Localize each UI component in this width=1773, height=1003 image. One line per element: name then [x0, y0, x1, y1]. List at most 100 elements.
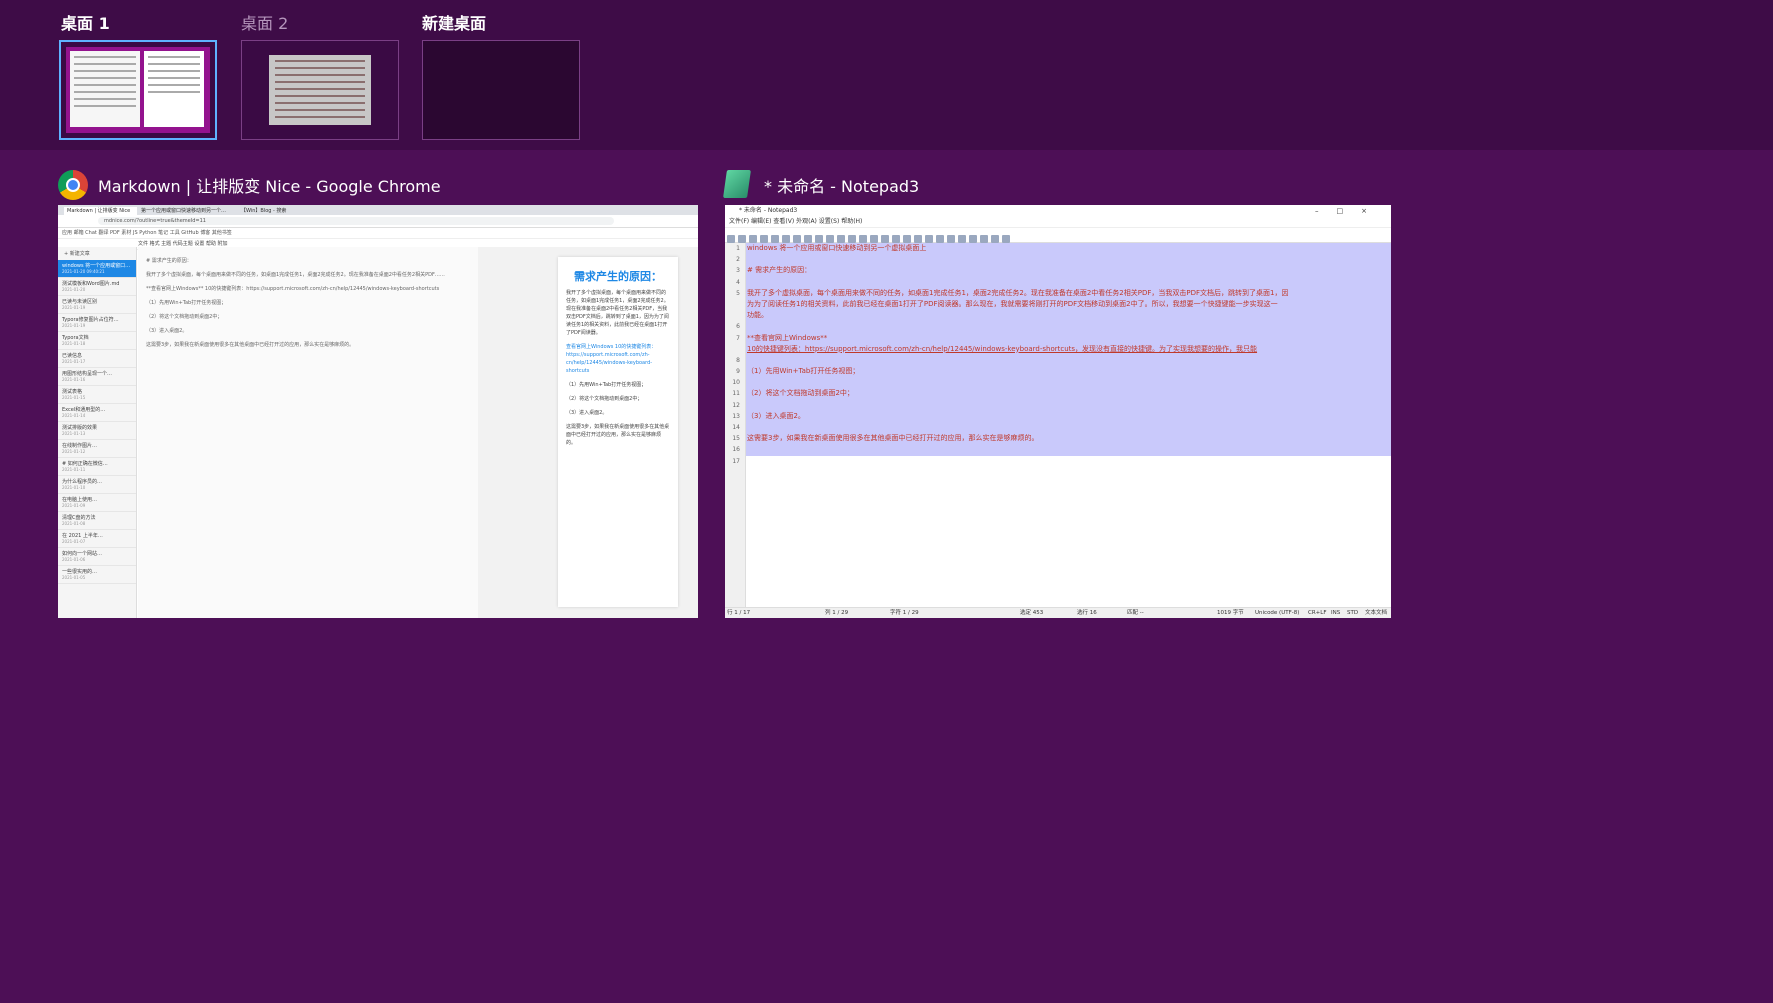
status-ins: INS: [1331, 610, 1341, 616]
article-date: 2021-01-11: [62, 467, 86, 472]
desktop-1-window-preview: [144, 51, 204, 127]
text-line[interactable]: [746, 444, 1391, 455]
sidebar-article-item: 在 2021 上半年… 2021-01-07: [58, 530, 136, 548]
status-selected-lines: 选行 16: [1077, 610, 1097, 616]
article-date: 2021-01-17: [62, 359, 86, 364]
text-line[interactable]: [746, 355, 1391, 366]
line-number-gutter: 1 2 3 4 5 6 7 8 9 10 11 12 13 14 15 16 17: [725, 243, 746, 608]
sidebar-article-item: Typora修复图片占位符… 2021-01-19: [58, 314, 136, 332]
line-number: 16: [732, 446, 740, 454]
sidebar-article-item: 已读与未读区别 2021-01-19: [58, 296, 136, 314]
sidebar-article-item: 已读信息 2021-01-17: [58, 350, 136, 368]
status-char: 字符 1 / 29: [890, 610, 919, 616]
status-type: 文本文档: [1365, 610, 1388, 616]
line-number: 5: [736, 289, 740, 297]
preview-card: 需求产生的原因： 我开了多个虚拟桌面，每个桌面用来做不同的任务，如桌面1完成任务…: [558, 257, 678, 607]
status-match: 匹配 --: [1127, 610, 1144, 616]
article-date: 2021-01-13: [62, 431, 86, 436]
chrome-tab: 【Win】Blog - 搜索: [241, 208, 287, 214]
sidebar-article-item: 测试模板和Word图片.md 2021-01-20: [58, 278, 136, 296]
new-desktop-label[interactable]: 新建桌面: [422, 10, 486, 34]
text-line[interactable]: 我开了多个虚拟桌面，每个桌面用来做不同的任务，如桌面1完成任务1，桌面2完成任务…: [746, 288, 1391, 299]
chrome-window-thumbnail[interactable]: Markdown | 让排版变 Nice 第一个应用或窗口快速移动到另一个… 【…: [58, 205, 698, 618]
article-date: 2021-01-15: [62, 395, 86, 400]
address-bar: mdnice.com/?outline=true&themeId=11: [98, 217, 614, 225]
article-date: 2021-01-07: [62, 539, 86, 544]
line-number: 12: [732, 401, 740, 409]
editor-step: （1）先用Win+Tab打开任务视图；: [146, 300, 227, 306]
status-encoding: Unicode (UTF-8): [1255, 610, 1300, 616]
line-number: [725, 310, 745, 321]
line-number: [725, 299, 745, 310]
new-article-button: + 新建文章: [64, 251, 90, 257]
text-line[interactable]: **查看官网上Windows**: [746, 333, 1391, 344]
sidebar-article-item: Typora文档 2021-01-18: [58, 332, 136, 350]
status-eol: CR+LF: [1308, 610, 1327, 616]
desktop-1-thumbnail[interactable]: [59, 40, 217, 140]
notepad3-icon: [723, 170, 751, 198]
article-date: 2021-01-06: [62, 557, 86, 562]
editor-ending: 这需要3步，如果我在新桌面使用很多在其他桌面中已经打开过的应用，那么实在是够麻烦…: [146, 342, 355, 348]
text-line[interactable]: [746, 400, 1391, 411]
text-line[interactable]: # 需求产生的原因：: [746, 265, 1391, 276]
notepad-title-bar: * 未命名 - Notepad3 –□×: [725, 205, 1391, 217]
desktop-1-preview: [66, 47, 210, 133]
notepad-toolbar: [725, 228, 1391, 243]
line-number: 13: [732, 412, 740, 420]
text-line[interactable]: [746, 377, 1391, 388]
chrome-tab-strip: Markdown | 让排版变 Nice 第一个应用或窗口快速移动到另一个… 【…: [58, 205, 698, 215]
notepad-window-title: * 未命名 - Notepad3: [764, 177, 920, 196]
text-line[interactable]: 为为了阅读任务1的相关资料，此前我已经在桌面1打开了PDF阅读器。那么现在，我就…: [746, 299, 1391, 310]
line-number: [725, 344, 745, 355]
chrome-window-title: Markdown | 让排版变 Nice - Google Chrome: [98, 177, 441, 196]
text-line[interactable]: windows 将一个应用或窗口快速移动到另一个虚拟桌面上: [746, 243, 1391, 254]
text-line[interactable]: 功能。: [746, 310, 1391, 321]
text-line[interactable]: （2）将这个文档拖动到桌面2中；: [746, 388, 1391, 399]
preview-step: （1）先用Win+Tab打开任务视图；: [566, 382, 647, 388]
editor-paragraph: 我开了多个虚拟桌面，每个桌面用来做不同的任务，如桌面1完成任务1，桌面2完成任务…: [146, 272, 445, 278]
sidebar-article-item: 用图形结构呈现一个… 2021-01-16: [58, 368, 136, 386]
text-line[interactable]: （1）先用Win+Tab打开任务视图；: [746, 366, 1391, 377]
line-number: 9: [736, 368, 740, 376]
chrome-icon: [58, 170, 88, 200]
new-desktop-button[interactable]: [422, 40, 580, 140]
line-number: 2: [736, 256, 740, 264]
notepad-menu-bar: 文件(F) 编辑(E) 查看(V) 外观(A) 设置(S) 帮助(H): [725, 217, 1391, 228]
desktop-2-thumbnail[interactable]: [241, 40, 399, 140]
sidebar-article-item: Excel和通用型的… 2021-01-14: [58, 404, 136, 422]
chrome-tab: Markdown | 让排版变 Nice: [64, 207, 137, 215]
article-date: 2021-01-08: [62, 521, 86, 526]
line-number: 15: [732, 435, 740, 443]
text-line[interactable]: [746, 254, 1391, 265]
text-line[interactable]: 这需要3步，如果我在新桌面使用很多在其他桌面中已经打开过的应用，那么实在是够麻烦…: [746, 433, 1391, 444]
desktop-1-label[interactable]: 桌面 1: [61, 10, 110, 34]
article-sidebar: + 新建文章 windows 将一个应用或窗口… 2021-01-20 09:40…: [58, 247, 137, 618]
desktop-2-label[interactable]: 桌面 2: [241, 10, 288, 34]
text-line[interactable]: [746, 277, 1391, 288]
line-number: 6: [736, 323, 740, 331]
notepad-window-thumbnail[interactable]: * 未命名 - Notepad3 –□× 文件(F) 编辑(E) 查看(V) 外…: [725, 205, 1391, 618]
sidebar-article-item: 清理C盘的方法 2021-01-08: [58, 512, 136, 530]
sidebar-article-item: windows 将一个应用或窗口… 2021-01-20 09:40:21: [58, 260, 136, 278]
preview-ending: 这需要3步，如果我在新桌面使用很多在其他桌面中已经打开过的应用，那么实在是够麻烦…: [566, 424, 670, 446]
line-number: 3: [736, 267, 740, 275]
chrome-tab: 第一个应用或窗口快速移动到另一个…: [141, 208, 227, 214]
editor-step: （2）将这个文档拖动到桌面2中；: [146, 314, 223, 320]
status-selection: 选定 453: [1020, 610, 1044, 616]
text-line[interactable]: [746, 321, 1391, 332]
desktop-2-window-preview: [269, 55, 371, 125]
sidebar-article-item: 测试表格 2021-01-15: [58, 386, 136, 404]
line-number: 4: [736, 278, 740, 286]
preview-pane: 需求产生的原因： 我开了多个虚拟桌面，每个桌面用来做不同的任务，如桌面1完成任务…: [478, 247, 698, 618]
preview-step: （3）进入桌面2。: [566, 410, 608, 416]
article-date: 2021-01-10: [62, 485, 86, 490]
editor-step: （3）进入桌面2。: [146, 328, 188, 334]
text-line[interactable]: 10的快捷键列表：https://support.microsoft.com/z…: [746, 344, 1391, 355]
preview-step: （2）将这个文档拖动到桌面2中；: [566, 396, 643, 402]
text-line[interactable]: （3）进入桌面2。: [746, 411, 1391, 422]
status-col: 列 1 / 29: [825, 610, 849, 616]
text-line[interactable]: [746, 422, 1391, 433]
sidebar-article-item: 为什么程序员的… 2021-01-10: [58, 476, 136, 494]
line-number: 17: [732, 457, 740, 465]
article-date: 2021-01-20: [62, 287, 86, 292]
